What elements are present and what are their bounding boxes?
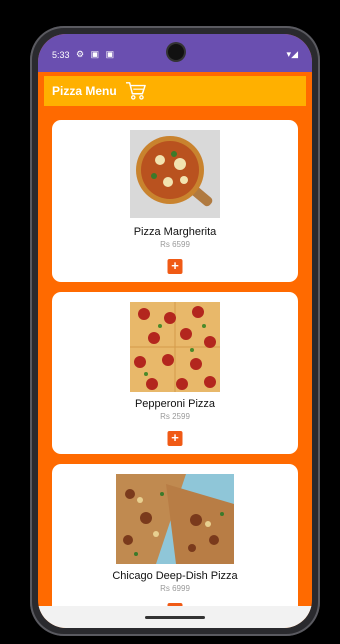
home-gesture-pill[interactable] <box>145 616 205 619</box>
add-to-cart-button[interactable]: + <box>167 431 183 446</box>
gesture-navbar <box>38 606 312 628</box>
item-price: Rs 6599 <box>160 240 190 249</box>
add-to-cart-button[interactable]: + <box>167 259 183 274</box>
list-item: Chicago Deep-Dish Pizza Rs 6999 + <box>52 464 298 626</box>
pizza-margherita-image <box>130 130 220 218</box>
menu-list[interactable]: Pizza Margherita Rs 6599 + Pepperoni Piz… <box>38 110 312 628</box>
front-camera <box>168 44 184 60</box>
item-name: Pizza Margherita <box>133 226 217 238</box>
phone-frame: 5:33 ⚙ ▣ ▣ ▾◢ Pizza Menu Pizza Margherit… <box>30 26 320 636</box>
item-name: Pepperoni Pizza <box>134 398 216 410</box>
status-time: 5:33 <box>52 50 70 60</box>
item-price: Rs 2599 <box>160 412 190 421</box>
pepperoni-pizza-image <box>130 302 220 392</box>
item-name: Chicago Deep-Dish Pizza <box>112 570 238 582</box>
item-price: Rs 6999 <box>160 584 190 593</box>
page-title: Pizza Menu <box>52 84 117 98</box>
list-item: Pepperoni Pizza Rs 2599 + <box>52 292 298 454</box>
status-icons: ⚙ ▣ ▣ <box>76 49 117 59</box>
signal-wifi-icon: ▾◢ <box>286 49 298 59</box>
app-screen: 5:33 ⚙ ▣ ▣ ▾◢ Pizza Menu Pizza Margherit… <box>38 34 312 628</box>
chicago-deep-dish-pizza-image <box>116 474 234 564</box>
app-bar: Pizza Menu <box>44 76 306 106</box>
list-item: Pizza Margherita Rs 6599 + <box>52 120 298 282</box>
cart-icon[interactable] <box>125 81 147 101</box>
status-bar: 5:33 ⚙ ▣ ▣ ▾◢ <box>38 34 312 72</box>
